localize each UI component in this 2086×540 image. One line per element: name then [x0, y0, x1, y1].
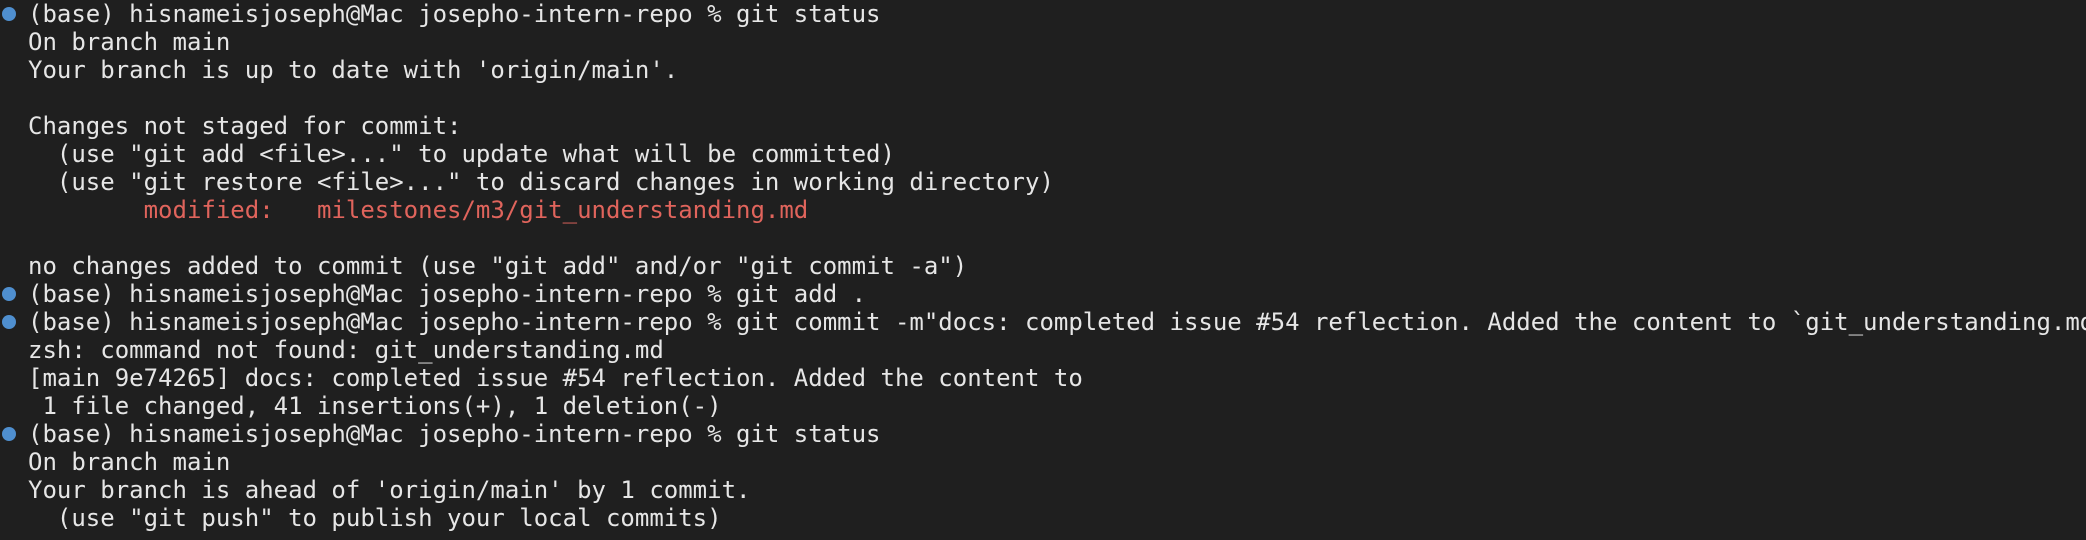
- line-text: no changes added to commit (use "git add…: [28, 252, 968, 280]
- line-text: (use "git push" to publish your local co…: [28, 504, 722, 532]
- output-line: [main 9e74265] docs: completed issue #54…: [0, 364, 2086, 392]
- line-text: [main 9e74265] docs: completed issue #54…: [28, 364, 1083, 392]
- output-line: (use "git restore <file>..." to discard …: [0, 168, 2086, 196]
- line-text: On branch main: [28, 448, 231, 476]
- prompt-line: (base) hisnameisjoseph@Mac josepho-inter…: [0, 308, 2086, 336]
- output-line: (use "git push" to publish your local co…: [0, 504, 2086, 532]
- modified-file-line: modified: milestones/m3/git_understandin…: [0, 196, 2086, 224]
- output-line: zsh: command not found: git_understandin…: [0, 336, 2086, 364]
- output-line: On branch main: [0, 28, 2086, 56]
- line-text: (base) hisnameisjoseph@Mac josepho-inter…: [28, 308, 2086, 336]
- line-text: Your branch is ahead of 'origin/main' by…: [28, 476, 751, 504]
- line-text: (use "git add <file>..." to update what …: [28, 140, 895, 168]
- line-text: (base) hisnameisjoseph@Mac josepho-inter…: [28, 280, 867, 308]
- line-text: (base) hisnameisjoseph@Mac josepho-inter…: [28, 0, 881, 28]
- line-text: Changes not staged for commit:: [28, 112, 462, 140]
- modified-file-text: modified: milestones/m3/git_understandin…: [28, 196, 809, 224]
- line-text: 1 file changed, 41 insertions(+), 1 dele…: [28, 392, 722, 420]
- line-text: (base) hisnameisjoseph@Mac josepho-inter…: [28, 420, 881, 448]
- line-text: On branch main: [28, 28, 231, 56]
- line-text: Your branch is up to date with 'origin/m…: [28, 56, 679, 84]
- output-line: 1 file changed, 41 insertions(+), 1 dele…: [0, 392, 2086, 420]
- command-marker-icon: [2, 315, 16, 329]
- prompt-line: (base) hisnameisjoseph@Mac josepho-inter…: [0, 420, 2086, 448]
- output-line: On branch main: [0, 448, 2086, 476]
- output-line: Changes not staged for commit:: [0, 112, 2086, 140]
- command-marker-icon: [2, 7, 16, 21]
- command-marker-icon: [2, 287, 16, 301]
- output-line: Your branch is up to date with 'origin/m…: [0, 56, 2086, 84]
- command-marker-icon: [2, 427, 16, 441]
- prompt-line: (base) hisnameisjoseph@Mac josepho-inter…: [0, 0, 2086, 28]
- line-text: (use "git restore <file>..." to discard …: [28, 168, 1054, 196]
- output-line: (use "git add <file>..." to update what …: [0, 140, 2086, 168]
- terminal-window[interactable]: (base) hisnameisjoseph@Mac josepho-inter…: [0, 0, 2086, 540]
- output-line: no changes added to commit (use "git add…: [0, 252, 2086, 280]
- output-line: Your branch is ahead of 'origin/main' by…: [0, 476, 2086, 504]
- prompt-line: (base) hisnameisjoseph@Mac josepho-inter…: [0, 280, 2086, 308]
- line-text: zsh: command not found: git_understandin…: [28, 336, 664, 364]
